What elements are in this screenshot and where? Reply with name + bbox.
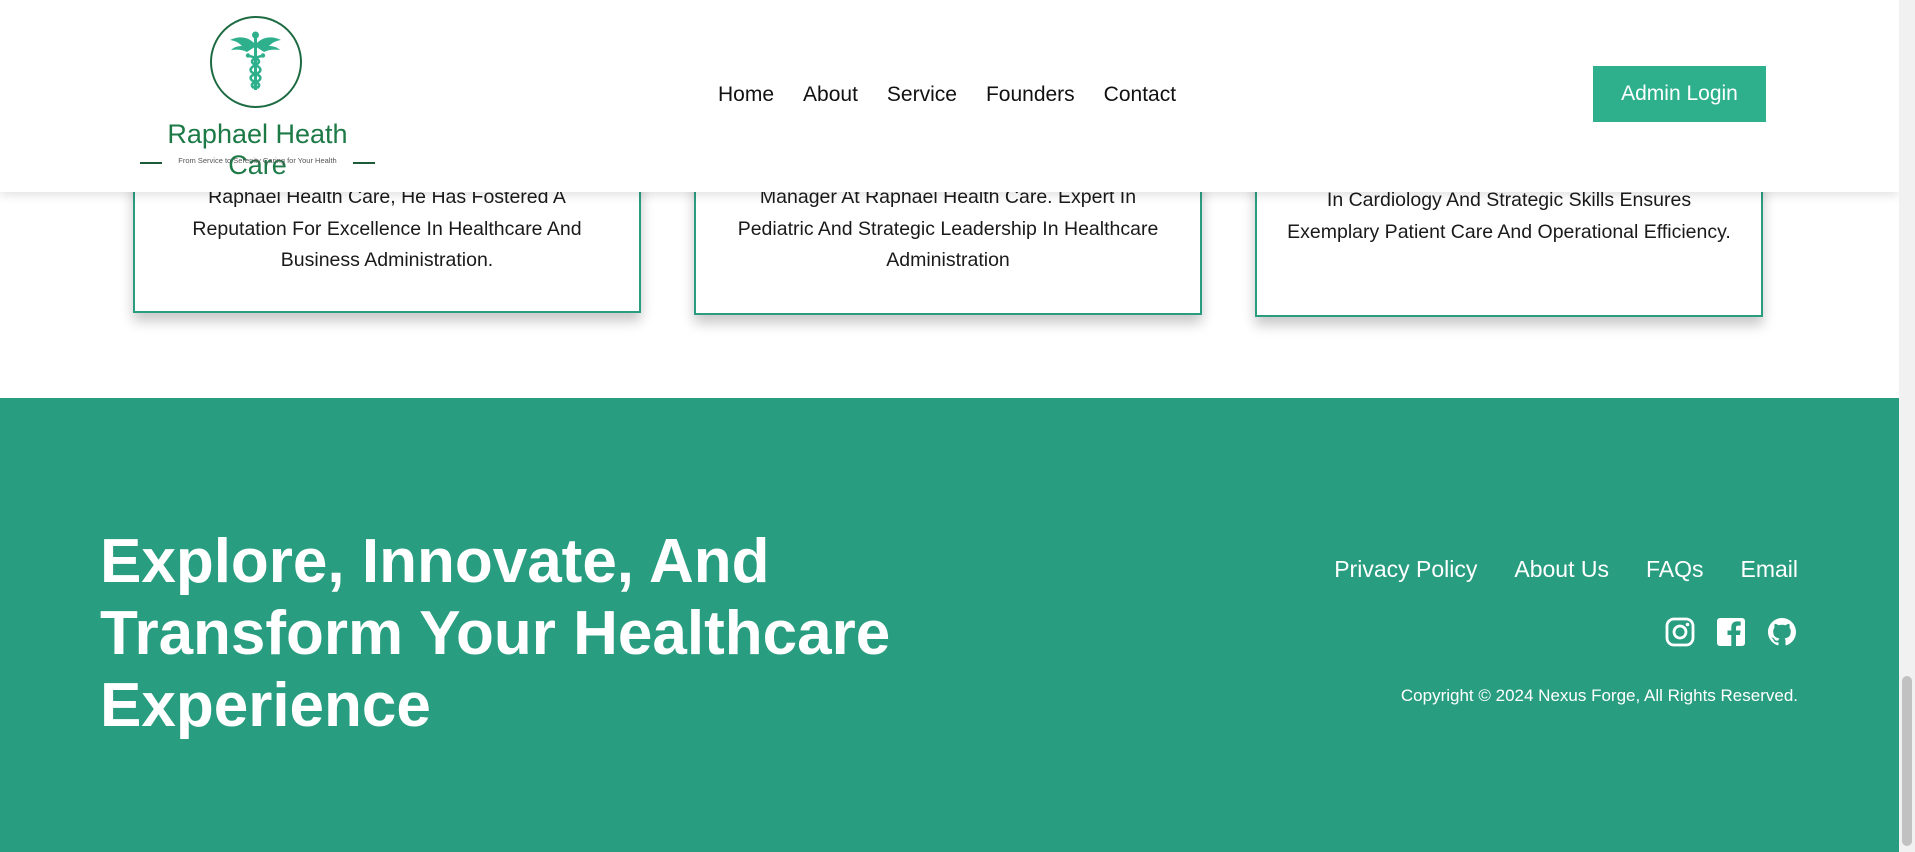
footer-title: Explore, Innovate, And Transform Your He… — [100, 527, 891, 740]
footer-link-email[interactable]: Email — [1740, 556, 1798, 583]
footer-link-about-us[interactable]: About Us — [1514, 556, 1609, 583]
nav-item-service[interactable]: Service — [887, 80, 957, 110]
tagline-divider — [353, 162, 375, 164]
founder-card-text: In Cardiology And Strategic Skills Ensur… — [1287, 189, 1731, 243]
scrollbar-thumb[interactable] — [1902, 676, 1912, 846]
logo-circle — [210, 16, 302, 108]
footer-link-privacy-policy[interactable]: Privacy Policy — [1334, 556, 1477, 583]
copyright-text: Copyright © 2024 Nexus Forge, All Rights… — [1400, 686, 1798, 705]
page: Raphael Health Care, He Has Fostered A R… — [0, 0, 1899, 852]
footer-link-faqs[interactable]: FAQs — [1646, 556, 1704, 583]
nav-item-founders[interactable]: Founders — [986, 80, 1075, 110]
page-scrollbar[interactable] — [1899, 0, 1915, 852]
brand-tagline: From Service to Serenity Caring for Your… — [178, 156, 337, 165]
facebook-icon[interactable] — [1715, 616, 1747, 648]
brand-logo[interactable]: Raphael Heath Care From Service to Seren… — [140, 16, 375, 180]
nav-item-about[interactable]: About — [803, 80, 858, 110]
caduceus-icon — [230, 31, 281, 90]
nav-item-contact[interactable]: Contact — [1104, 80, 1176, 110]
main-nav: Home About Service Founders Contact — [718, 80, 1205, 110]
footer-links: Privacy Policy About Us FAQs Email — [1334, 556, 1798, 583]
brand-name: Raphael Heath Care — [167, 119, 348, 180]
site-header: Raphael Heath Care From Service to Seren… — [0, 0, 1899, 192]
github-icon[interactable] — [1766, 616, 1798, 648]
admin-login-button[interactable]: Admin Login — [1593, 66, 1766, 122]
instagram-icon[interactable] — [1664, 616, 1696, 648]
founder-card-text: Manager At Raphael Health Care. Expert I… — [737, 186, 1159, 271]
founder-card-text: Raphael Health Care, He Has Fostered A R… — [192, 186, 582, 271]
tagline-divider — [140, 162, 162, 164]
site-footer: Explore, Innovate, And Transform Your He… — [0, 398, 1899, 852]
nav-item-home[interactable]: Home — [718, 80, 774, 110]
social-links — [1664, 616, 1798, 648]
brand-tagline-row: From Service to Serenity Caring for Your… — [140, 156, 375, 168]
